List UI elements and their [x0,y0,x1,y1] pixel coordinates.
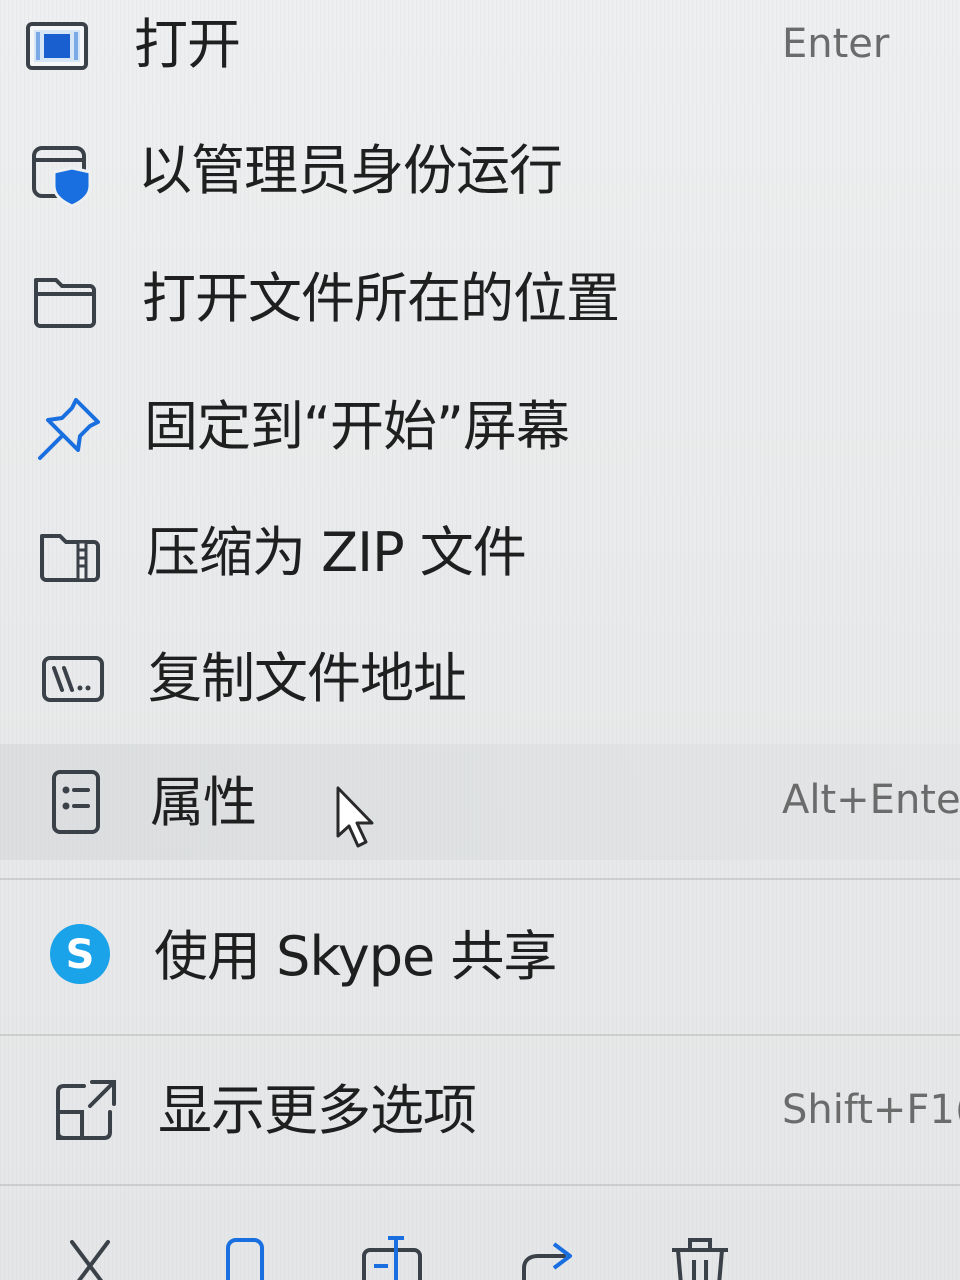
menu-item-label: 属性 [150,771,257,834]
context-menu: 打开 Enter 以管理员身份运行 打开文件所在的位置 固定到“开始”屏幕 压缩… [0,0,960,1280]
menu-item-label: 以管理员身份运行 [138,139,563,202]
menu-item-label: 固定到“开始”屏幕 [144,395,570,458]
pin-icon [32,394,104,466]
menu-item-label: 压缩为 ZIP 文件 [146,521,527,584]
rename-icon[interactable] [356,1230,428,1280]
shield-window-icon [26,138,98,210]
mouse-cursor-icon [334,786,378,850]
properties-icon [40,766,112,838]
menu-item-shortcut: Alt+Ente [782,777,960,823]
menu-item-compress-zip[interactable]: 压缩为 ZIP 文件 [0,496,960,606]
skype-icon: S [44,918,116,990]
menu-separator [0,878,960,880]
menu-item-run-as-admin[interactable]: 以管理员身份运行 [0,114,960,224]
copy-path-icon [36,642,108,714]
menu-item-show-more-options[interactable]: 显示更多选项 Shift+F1( [0,1054,960,1164]
copy-icon[interactable] [206,1230,278,1280]
menu-item-pin-to-start[interactable]: 固定到“开始”屏幕 [0,370,960,480]
menu-separator [0,1034,960,1036]
menu-item-label: 显示更多选项 [158,1079,477,1142]
menu-item-label: 打开文件所在的位置 [142,267,620,330]
menu-item-shortcut: Shift+F1( [782,1087,960,1133]
menu-item-shortcut: Enter [782,21,890,67]
cut-icon[interactable] [54,1230,126,1280]
folder-icon [28,264,100,336]
quick-actions-toolbar [0,1222,960,1280]
menu-item-copy-path[interactable]: 复制文件地址 [0,622,960,732]
menu-item-open-location[interactable]: 打开文件所在的位置 [0,242,960,352]
svg-text:S: S [66,932,95,978]
menu-item-share-skype[interactable]: S 使用 Skype 共享 [0,900,960,1010]
menu-item-open[interactable]: 打开 Enter [0,0,960,98]
open-app-icon [22,10,94,82]
show-more-icon [50,1074,122,1146]
menu-item-properties[interactable]: 属性 Alt+Ente [0,744,960,860]
menu-item-label: 打开 [134,13,241,76]
menu-item-label: 复制文件地址 [148,647,467,710]
delete-icon[interactable] [664,1230,736,1280]
menu-separator [0,1184,960,1186]
zip-folder-icon [34,518,106,590]
share-icon[interactable] [512,1230,584,1280]
menu-item-label: 使用 Skype 共享 [154,925,557,988]
